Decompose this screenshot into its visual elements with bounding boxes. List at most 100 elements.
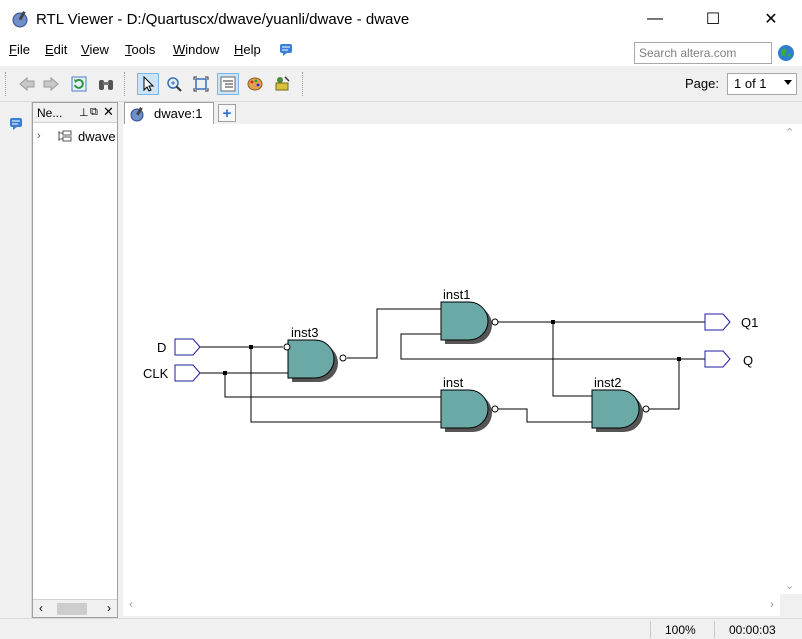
- tree-item-label: dwave: [78, 128, 116, 144]
- scroll-up-icon[interactable]: ⌃: [785, 126, 794, 139]
- back-arrow-icon: [19, 76, 35, 92]
- output-label-q1: Q1: [741, 315, 758, 330]
- gate-inst3[interactable]: [283, 339, 347, 382]
- toolbar-separator: [124, 72, 126, 96]
- menu-view[interactable]: View: [81, 42, 109, 57]
- page-select[interactable]: 1 of 1: [727, 73, 797, 95]
- scroll-down-icon[interactable]: ⌄: [785, 579, 794, 592]
- tab-dwave[interactable]: dwave:1: [124, 102, 214, 124]
- fit-window-icon: [193, 76, 209, 92]
- zoom-tool-button[interactable]: [163, 73, 185, 95]
- hierarchy-list-button[interactable]: [217, 73, 239, 95]
- schematic-canvas[interactable]: D CLK Q1 Q inst3 inst1 inst inst2: [123, 124, 780, 594]
- binoculars-icon: [99, 80, 113, 90]
- gate-label-inst1: inst1: [443, 287, 470, 302]
- search-input[interactable]: Search altera.com: [634, 42, 772, 64]
- zoom-level: 100%: [665, 623, 696, 637]
- input-port-clk[interactable]: [174, 364, 201, 382]
- status-bar: 100% 00:00:03: [0, 618, 802, 639]
- float-window-icon[interactable]: ⧉: [90, 106, 98, 119]
- chevron-right-icon[interactable]: ›: [37, 130, 49, 142]
- scroll-left-icon[interactable]: ‹: [129, 597, 133, 611]
- scroll-thumb[interactable]: [57, 603, 87, 615]
- menu-tools[interactable]: Tools: [125, 42, 155, 57]
- close-button[interactable]: ✕: [742, 0, 800, 38]
- toolbar-grip: [5, 72, 7, 96]
- maximize-button[interactable]: ☐: [684, 0, 742, 38]
- find-button[interactable]: [95, 73, 117, 95]
- toolbar-separator-2: [302, 72, 304, 96]
- horizontal-scrollbar[interactable]: ‹ ›: [123, 594, 780, 616]
- elapsed-time: 00:00:03: [729, 623, 776, 637]
- hierarchy-list-icon: [220, 76, 236, 92]
- menu-file-label: ile: [16, 42, 30, 57]
- back-button[interactable]: [16, 73, 38, 95]
- output-bubble: [491, 405, 499, 413]
- feedback-icon[interactable]: [278, 42, 294, 58]
- gate-label-inst2: inst2: [594, 375, 621, 390]
- schematic-svg: D CLK Q1 Q inst3 inst1 inst inst2: [143, 287, 758, 432]
- zoom-icon: [167, 77, 182, 92]
- vertical-scrollbar[interactable]: ⌃ ⌄: [780, 124, 802, 594]
- menu-file[interactable]: File: [9, 42, 30, 57]
- netlist-icon: [275, 76, 290, 91]
- selection-tool-button[interactable]: [137, 73, 159, 95]
- input-label-d: D: [157, 340, 166, 355]
- toolbar: [0, 66, 802, 102]
- menu-edit-label: dit: [53, 42, 68, 57]
- navigator-scrollbar[interactable]: ‹ ›: [33, 599, 117, 617]
- fit-window-button[interactable]: [190, 73, 212, 95]
- new-tab-button[interactable]: +: [218, 104, 236, 122]
- navigator-title: Ne...: [37, 106, 63, 120]
- menu-window-mnemonic: W: [173, 42, 186, 57]
- messages-icon[interactable]: [8, 116, 24, 132]
- menu-help[interactable]: Help: [234, 42, 261, 57]
- navigator-header: Ne... ⊥ ⧉ ✕: [33, 103, 117, 123]
- scroll-right-icon[interactable]: ›: [770, 597, 774, 611]
- output-bubble: [339, 354, 347, 362]
- globe-icon[interactable]: [777, 44, 795, 62]
- inverter-bubble: [283, 343, 291, 351]
- scroll-left-icon[interactable]: ‹: [39, 601, 43, 615]
- left-tool-strip: [0, 102, 32, 618]
- input-port-d[interactable]: [174, 338, 201, 356]
- page-select-value: 1 of 1: [734, 76, 767, 91]
- menu-window[interactable]: Window: [173, 42, 219, 57]
- color-settings-button[interactable]: [244, 73, 266, 95]
- menu-edit[interactable]: Edit: [45, 42, 67, 57]
- output-bubble: [642, 405, 650, 413]
- status-divider: [650, 621, 651, 638]
- gate-inst2[interactable]: [591, 389, 650, 432]
- rtl-viewer-tab-icon: [130, 106, 144, 121]
- menu-window-label: indow: [185, 42, 220, 57]
- output-label-q: Q: [743, 353, 753, 368]
- menu-help-label: elp: [243, 42, 261, 57]
- panel-close-icon[interactable]: ✕: [103, 104, 114, 120]
- chevron-down-icon: [784, 80, 792, 85]
- menu-view-label: iew: [89, 42, 109, 57]
- palette-icon: [247, 77, 263, 91]
- tab-label: dwave:1: [154, 106, 203, 121]
- menu-help-mnemonic: H: [234, 42, 244, 57]
- pin-icon[interactable]: ⊥: [79, 106, 89, 119]
- forward-button[interactable]: [40, 73, 62, 95]
- rtl-viewer-app-icon: [12, 11, 28, 28]
- scroll-right-icon[interactable]: ›: [107, 601, 111, 615]
- output-port-q[interactable]: [704, 350, 731, 368]
- menu-file-mnemonic: F: [9, 42, 17, 57]
- gate-inst[interactable]: [440, 389, 499, 432]
- pointer-icon: [143, 75, 155, 92]
- tree-item-dwave[interactable]: › dwave: [37, 127, 116, 145]
- gate-inst1[interactable]: [440, 301, 499, 344]
- gate-label-inst: inst: [443, 375, 464, 390]
- refresh-button[interactable]: [68, 73, 90, 95]
- netlist-tool-button[interactable]: [271, 73, 293, 95]
- forward-arrow-icon: [43, 76, 59, 92]
- status-divider: [714, 621, 715, 638]
- output-bubble: [491, 318, 499, 326]
- document-tab-bar: dwave:1 +: [122, 102, 802, 124]
- hierarchy-icon: [58, 130, 72, 142]
- window-title: RTL Viewer - D:/Quartuscx/dwave/yuanli/d…: [36, 10, 410, 28]
- minimize-button[interactable]: —: [626, 0, 684, 38]
- output-port-q1[interactable]: [704, 313, 731, 331]
